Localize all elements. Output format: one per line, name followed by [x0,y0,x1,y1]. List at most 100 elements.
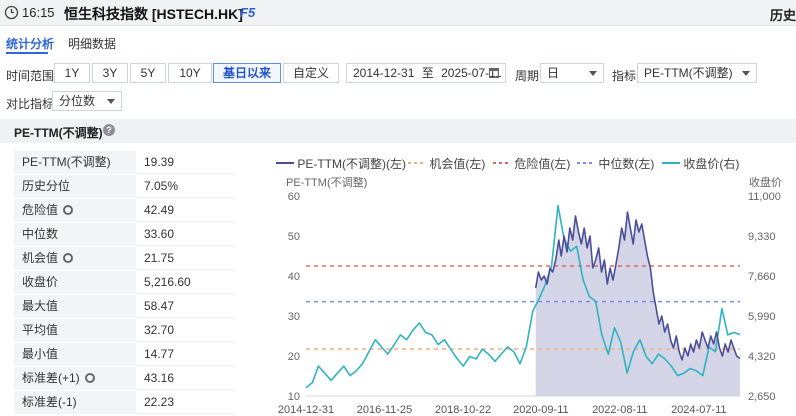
range-3y-button[interactable]: 3Y [92,63,128,83]
range-since-base-button[interactable]: 基日以来 [213,63,281,83]
clock-icon [4,5,19,20]
stat-label: 最小值 [14,343,136,366]
x-tick-label: 2020-09-11 [513,404,568,416]
stat-value: 21.75 [138,247,236,270]
tab-detail-data[interactable]: 明细数据 [68,35,116,52]
tab-bar: 统计分析 明细数据 [0,27,796,55]
right-tick-label: 5,990 [748,311,776,323]
stat-label-text: 标准差(-1) [22,395,77,409]
range-5y-button[interactable]: 5Y [130,63,166,83]
stat-row: 标准差(+1) 43.16 [14,367,236,391]
compare-label: 对比指标 [6,97,55,111]
stat-label-text: 收盘价 [22,275,59,289]
stat-label-text: 机会值 [22,251,59,265]
compare-select[interactable]: 分位数 [52,91,122,111]
left-tick-label: 40 [288,271,300,283]
x-tick-label: 2018-10-22 [435,404,491,416]
stat-value: 32.70 [138,319,236,342]
right-tick-label: 9,330 [748,231,776,243]
stat-label: 历史分位 [14,175,136,198]
stat-label-text: 标准差(+1) [22,371,80,385]
x-tick-label: 2024-07-11 [671,404,726,416]
stat-row: 最小值 14.77 [14,343,236,367]
date-range-picker[interactable]: 2014-12-31 至 2025-07-11 [346,63,506,83]
stat-label-text: 中位数 [22,227,59,241]
stat-label: 危险值 [14,199,136,222]
stat-label: 标准差(+1) [14,367,136,390]
date-from: 2014-12-31 [353,66,415,80]
stat-label-text: PE-TTM(不调整) [22,155,111,169]
compare-value: 分位数 [59,94,96,108]
history-link[interactable]: 历史 [770,5,796,24]
x-tick-label: 2022-08-11 [592,404,647,416]
stat-value: 22.23 [138,391,236,414]
indicator-value: PE-TTM(不调整) [644,66,733,80]
stat-row: 收盘价 5,216.60 [14,271,236,295]
stat-row: 中位数 33.60 [14,223,236,247]
stat-value: 14.77 [138,343,236,366]
title-bar: 16:15 恒生科技指数 [HSTECH.HK] F5 历史 [0,0,796,26]
gear-icon[interactable] [63,253,74,263]
chevron-down-icon [107,99,115,104]
stat-row: 历史分位 7.05% [14,175,236,199]
stat-label-text: 历史分位 [22,179,71,193]
stat-row: 最大值 58.47 [14,295,236,319]
range-10y-button[interactable]: 10Y [168,63,212,83]
date-separator: 至 [421,66,434,80]
left-tick-label: 60 [288,191,300,203]
gear-icon[interactable] [63,205,74,215]
stat-label: PE-TTM(不调整) [14,151,136,174]
left-tick-label: 30 [288,311,300,323]
stat-value: 58.47 [138,295,236,318]
page-title: 恒生科技指数 [HSTECH.HK] [64,6,243,22]
period-select[interactable]: 日 [540,63,604,83]
stat-label: 最大值 [14,295,136,318]
tab-statistics[interactable]: 统计分析 [6,35,54,52]
current-time: 16:15 [22,5,55,20]
stat-row: 机会值 21.75 [14,247,236,271]
stat-label-text: 平均值 [22,323,59,337]
stat-value: 7.05% [138,175,236,198]
stat-label-text: 最大值 [22,299,59,313]
stats-table: PE-TTM(不调整) 19.39 历史分位 7.05% 危险值 42.49 中位数 33.6… [14,151,236,415]
stat-value: 42.49 [138,199,236,222]
stat-label: 中位数 [14,223,136,246]
stat-value: 5,216.60 [138,271,236,294]
stat-value: 33.60 [138,223,236,246]
right-tick-label: 4,320 [748,351,776,363]
chevron-down-icon [589,71,597,76]
filter-row-compare: 对比指标 分位数 [0,91,796,115]
right-tick-label: 2,650 [748,391,776,403]
left-tick-label: 10 [288,391,300,403]
stat-value: 19.39 [138,151,236,174]
left-axis-title: PE-TTM(不调整) [286,175,367,189]
range-custom-button[interactable]: 自定义 [283,63,339,83]
stat-label-text: 最小值 [22,347,59,361]
help-icon[interactable]: ? [103,124,115,136]
indicator-select[interactable]: PE-TTM(不调整) [637,63,757,83]
right-tick-label: 11,000 [748,191,781,203]
stat-row: PE-TTM(不调整) 19.39 [14,151,236,175]
right-tick-label: 7,660 [748,271,776,283]
stat-label-text: 危险值 [22,203,59,217]
gear-icon[interactable] [84,373,95,383]
section-title: PE-TTM(不调整) [14,126,103,140]
right-axis-title: 收盘价 [749,175,782,189]
period-label: 周期 [515,69,540,83]
time-range-label: 时间范围 [6,69,55,83]
chevron-down-icon [742,71,750,76]
stat-row: 危险值 42.49 [14,199,236,223]
left-tick-label: 50 [288,231,300,243]
stat-label: 机会值 [14,247,136,270]
pe-close-chart: PE-TTM(不调整) 收盘价 60 50 40 30 20 10 11,000 9,330 7,6… [278,175,782,416]
stat-label: 平均值 [14,319,136,342]
range-1y-button[interactable]: 1Y [54,63,90,83]
stat-label: 标准差(-1) [14,391,136,414]
indicator-label: 指标 [612,69,637,83]
active-tab-indicator [6,52,48,54]
f5-badge[interactable]: F5 [240,5,255,20]
left-tick-label: 20 [288,351,300,363]
stat-value: 43.16 [138,367,236,390]
filter-row-time: 时间范围 1Y 3Y 5Y 10Y 基日以来 自定义 2014-12-31 至 … [0,63,796,87]
stat-row: 平均值 32.70 [14,319,236,343]
